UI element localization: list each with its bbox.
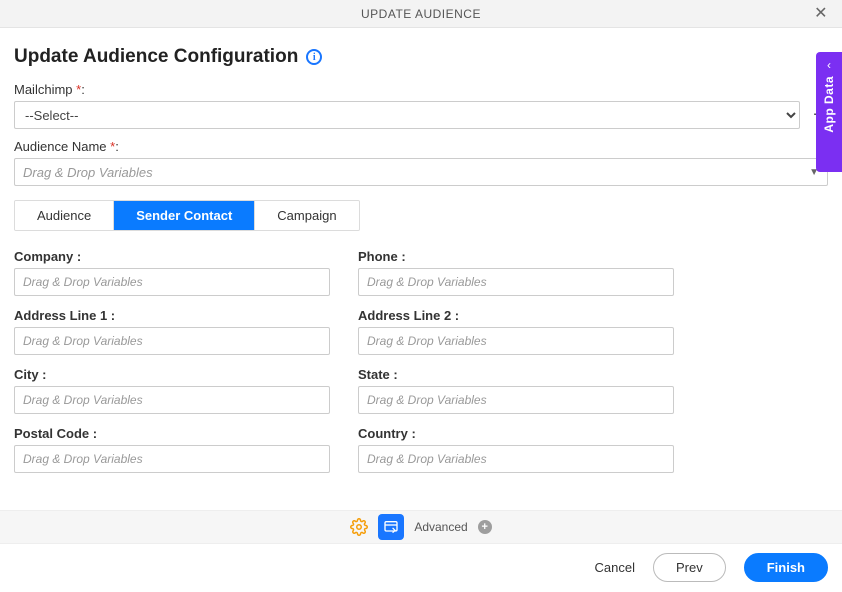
company-input[interactable] <box>14 268 330 296</box>
phone-input[interactable] <box>358 268 674 296</box>
finish-button[interactable]: Finish <box>744 553 828 582</box>
address-line-1-input[interactable] <box>14 327 330 355</box>
mailchimp-label: Mailchimp *: <box>14 82 828 97</box>
company-field: Company : <box>14 249 330 296</box>
state-field: State : <box>358 367 674 414</box>
content-area: Update Audience Configuration i Mailchim… <box>0 28 842 473</box>
phone-label: Phone : <box>358 249 674 264</box>
advanced-add-button[interactable]: + <box>478 520 492 534</box>
chevron-left-icon: ‹ <box>827 58 831 72</box>
postal-code-input[interactable] <box>14 445 330 473</box>
advanced-label: Advanced <box>414 520 467 534</box>
address-line-2-field: Address Line 2 : <box>358 308 674 355</box>
app-data-side-tab[interactable]: ‹ App Data <box>816 52 842 172</box>
panel-icon[interactable] <box>378 514 404 540</box>
address-line-2-label: Address Line 2 : <box>358 308 674 323</box>
tab-campaign[interactable]: Campaign <box>255 201 358 230</box>
plus-icon: + <box>481 522 487 533</box>
gear-icon[interactable] <box>350 518 368 536</box>
postal-code-label: Postal Code : <box>14 426 330 441</box>
audience-name-field: Audience Name *: Drag & Drop Variables ▼ <box>14 139 828 186</box>
address-line-1-label: Address Line 1 : <box>14 308 330 323</box>
app-data-label: App Data <box>822 76 836 133</box>
page-title: Update Audience Configuration <box>14 46 298 68</box>
phone-field: Phone : <box>358 249 674 296</box>
required-marker: * <box>110 139 115 154</box>
state-input[interactable] <box>358 386 674 414</box>
dialog-title: UPDATE AUDIENCE <box>361 7 481 21</box>
address-line-2-input[interactable] <box>358 327 674 355</box>
sender-contact-form: Company : Phone : Address Line 1 : Addre… <box>14 249 674 473</box>
cancel-button[interactable]: Cancel <box>595 560 635 575</box>
required-marker: * <box>76 82 81 97</box>
prev-button[interactable]: Prev <box>653 553 726 582</box>
mailchimp-select[interactable]: --Select-- <box>14 101 800 129</box>
country-label: Country : <box>358 426 674 441</box>
tab-sender-contact[interactable]: Sender Contact <box>114 201 255 230</box>
country-field: Country : <box>358 426 674 473</box>
close-icon[interactable]: ✕ <box>808 4 834 24</box>
info-icon[interactable]: i <box>306 49 322 65</box>
address-line-1-field: Address Line 1 : <box>14 308 330 355</box>
city-input[interactable] <box>14 386 330 414</box>
state-label: State : <box>358 367 674 382</box>
heading-row: Update Audience Configuration i <box>14 46 828 68</box>
audience-name-placeholder: Drag & Drop Variables <box>23 165 153 180</box>
audience-name-label: Audience Name *: <box>14 139 828 154</box>
city-label: City : <box>14 367 330 382</box>
postal-code-field: Postal Code : <box>14 426 330 473</box>
titlebar: UPDATE AUDIENCE ✕ <box>0 0 842 28</box>
country-input[interactable] <box>358 445 674 473</box>
city-field: City : <box>14 367 330 414</box>
audience-name-select[interactable]: Drag & Drop Variables ▼ <box>14 158 828 186</box>
dialog-actions: Cancel Prev Finish <box>595 553 828 582</box>
tab-audience[interactable]: Audience <box>15 201 114 230</box>
tab-bar: Audience Sender Contact Campaign <box>14 200 360 231</box>
advanced-bar: Advanced + <box>0 510 842 544</box>
company-label: Company : <box>14 249 330 264</box>
mailchimp-field: Mailchimp *: --Select-- + <box>14 82 828 129</box>
